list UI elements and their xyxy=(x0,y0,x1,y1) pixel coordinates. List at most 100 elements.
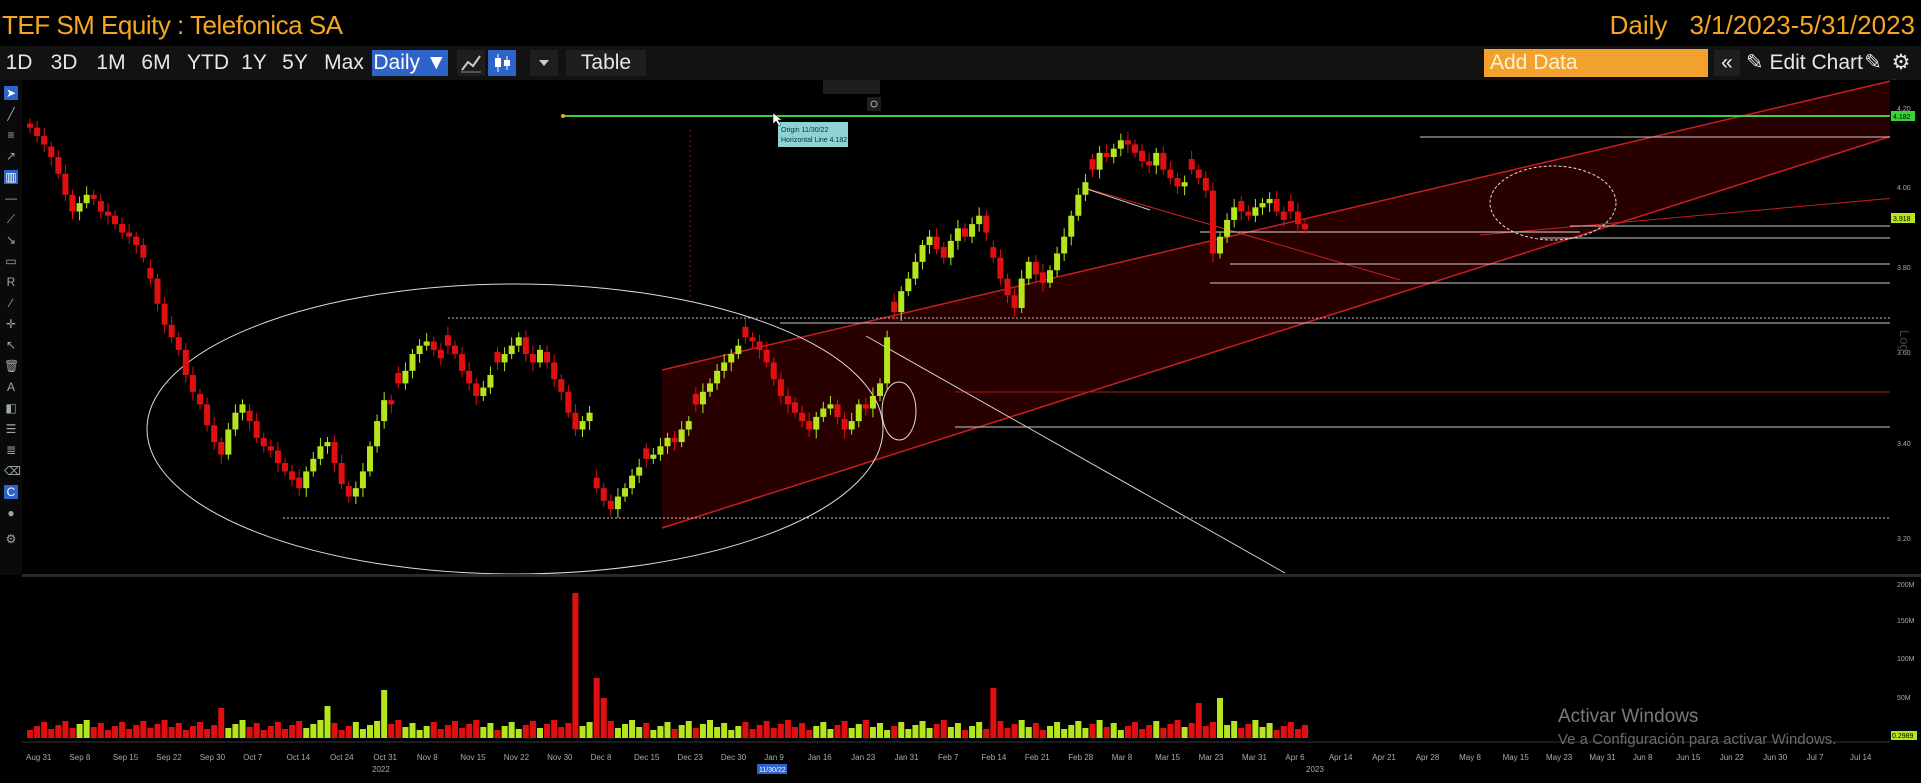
volume-bar xyxy=(83,720,90,738)
mini-settings-icon[interactable] xyxy=(867,97,881,111)
candle-body xyxy=(253,421,260,438)
vol-tick-50m: 50M xyxy=(1897,695,1911,702)
volume-bar xyxy=(1011,724,1018,738)
x-tick-label: Jul 7 xyxy=(1807,753,1824,762)
candle-body xyxy=(699,391,706,405)
candle-body xyxy=(792,402,798,413)
volume-bar xyxy=(862,720,869,738)
volume-bar xyxy=(1252,720,1259,738)
x-tick-label: Dec 30 xyxy=(721,753,747,762)
candle-body xyxy=(1068,215,1075,237)
candle-body xyxy=(749,337,756,342)
volume-bar xyxy=(303,728,310,738)
candle-body xyxy=(1259,203,1266,208)
candle-body xyxy=(97,201,104,212)
volume-bar xyxy=(600,698,607,738)
x-tick-label: Jan 31 xyxy=(895,753,920,762)
candle-body xyxy=(239,404,246,413)
volume-bar xyxy=(204,729,211,738)
price-chart[interactable]: Origin 11/30/22 Horizontal Line 4.182 4.… xyxy=(0,0,1921,783)
candle-body xyxy=(197,393,203,405)
mini-draw-toolbar[interactable] xyxy=(823,80,880,94)
candle-body xyxy=(381,400,388,422)
candle-body xyxy=(69,194,76,212)
candle-body xyxy=(374,421,381,447)
current-price-tag-text: 3.918 xyxy=(1893,216,1911,223)
candle-body xyxy=(452,345,458,355)
volume-bar xyxy=(246,727,253,738)
candle-body xyxy=(416,345,423,355)
line-origin-dot[interactable] xyxy=(561,114,565,118)
volume-bar xyxy=(466,724,473,738)
volume-bar xyxy=(1202,726,1209,738)
volume-bar xyxy=(806,730,813,738)
volume-bar xyxy=(161,720,168,738)
candle-body xyxy=(1110,148,1117,158)
candle-body xyxy=(1089,159,1096,170)
volume-bar xyxy=(947,727,954,738)
volume-bar xyxy=(1068,725,1075,738)
candle-body xyxy=(976,215,983,225)
volume-bar xyxy=(869,727,876,738)
volume-bar xyxy=(189,726,196,738)
candle-body xyxy=(763,349,770,363)
x-tick-label: Mar 8 xyxy=(1112,753,1133,762)
candle-body xyxy=(1252,207,1259,216)
volume-bar xyxy=(430,722,437,738)
candle-body xyxy=(1018,278,1025,308)
volume-bar xyxy=(374,721,381,738)
x-tick-label: Jan 16 xyxy=(808,753,833,762)
volume-bar xyxy=(402,727,409,738)
candle-body xyxy=(671,437,678,443)
volume-bar xyxy=(359,729,366,738)
candle-body xyxy=(607,500,614,510)
volume-bar xyxy=(473,720,480,738)
volume-bar xyxy=(76,724,83,738)
candle-body xyxy=(912,261,919,279)
volume-bar xyxy=(1266,723,1273,738)
volume-bar xyxy=(1054,722,1061,738)
pane-separator[interactable] xyxy=(22,574,1921,577)
volume-bar xyxy=(1160,728,1167,738)
volume-bar xyxy=(1124,726,1131,738)
candle-body xyxy=(990,247,997,258)
candle-body xyxy=(246,410,253,422)
volume-bar xyxy=(827,729,834,738)
volume-bar xyxy=(969,726,976,738)
volume-bar xyxy=(940,720,947,738)
volume-bar xyxy=(834,725,841,738)
candle-body xyxy=(1139,150,1146,162)
x-tick-label: Apr 6 xyxy=(1285,753,1305,762)
vol-tick-200m: 200M xyxy=(1897,582,1915,589)
candle-body xyxy=(282,463,288,472)
volume-bar xyxy=(1188,723,1195,738)
x-tick-label: Dec 23 xyxy=(677,753,703,762)
candle-body xyxy=(799,412,806,422)
volume-bar xyxy=(501,726,508,738)
x-tick-label: Sep 8 xyxy=(69,753,90,762)
candle-body xyxy=(317,446,324,459)
candle-body xyxy=(1146,161,1153,166)
candle-body xyxy=(90,194,97,199)
regression-channel[interactable] xyxy=(662,80,1895,528)
x-tick-label: Jan 23 xyxy=(851,753,876,762)
candle-body xyxy=(714,370,721,384)
candle-body xyxy=(983,215,990,233)
volume-bar xyxy=(1294,729,1301,738)
volume-bar xyxy=(926,728,933,738)
candle-body xyxy=(1103,152,1110,158)
volume-bar xyxy=(1153,721,1160,738)
log-scale-label[interactable]: Log xyxy=(1897,330,1912,352)
x-tick-label: Apr 21 xyxy=(1372,753,1396,762)
volume-bar xyxy=(777,724,784,738)
vol-tick-150m: 150M xyxy=(1897,618,1915,625)
candle-body xyxy=(572,412,579,430)
candle-body xyxy=(388,400,395,405)
short-trend-line[interactable] xyxy=(1086,188,1151,211)
volume-bar xyxy=(331,723,338,738)
volume-bar xyxy=(267,726,274,738)
volume-bar xyxy=(1181,727,1188,738)
candle-body xyxy=(218,442,225,455)
candle-body xyxy=(1174,178,1181,187)
volume-bar xyxy=(133,725,140,738)
